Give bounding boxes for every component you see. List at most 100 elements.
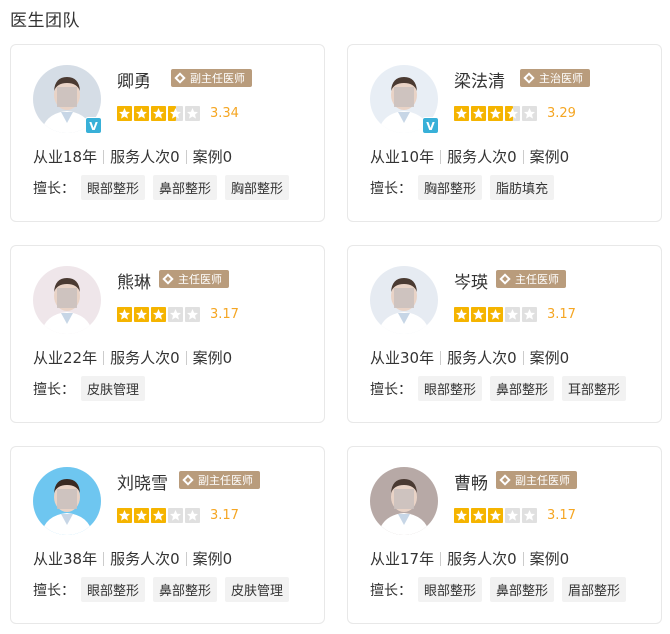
case-count: 案例0 — [192, 148, 233, 166]
star-icon — [151, 307, 166, 322]
doctor-stats: 从业10年 服务人次0 案例0 — [370, 146, 569, 167]
doctor-stats: 从业17年 服务人次0 案例0 — [370, 548, 569, 569]
skill-tag[interactable]: 胸部整形 — [225, 175, 290, 200]
years-practice: 从业38年 — [33, 550, 98, 568]
rating-stars: 3.34 — [117, 106, 239, 121]
doctor-stats: 从业22年 服务人次0 案例0 — [33, 347, 232, 368]
doctor-title-label: 副主任医师 — [190, 72, 245, 85]
doctor-avatar[interactable] — [33, 266, 101, 334]
service-count: 服务人次0 — [447, 349, 517, 367]
skill-tag[interactable]: 胸部整形 — [418, 175, 483, 200]
doctor-card[interactable]: 熊琳 主任医师 3.17 从业22年 服务人次0 案例0 擅长： 皮肤管理 — [10, 245, 325, 423]
star-icon — [454, 307, 469, 322]
star-icon — [168, 307, 183, 322]
doctor-name[interactable]: 岑瑛 — [454, 268, 488, 293]
doctor-card[interactable]: 岑瑛 主任医师 3.17 从业30年 服务人次0 案例0 擅长： 眼部整形 鼻部整形 耳部整形 — [347, 245, 662, 423]
skill-tag[interactable]: 鼻部整形 — [490, 577, 555, 602]
star-icon — [471, 307, 486, 322]
star-icon — [185, 106, 200, 121]
skill-tag[interactable]: 皮肤管理 — [225, 577, 290, 602]
skills-label: 擅长： — [33, 582, 75, 599]
case-count: 案例0 — [529, 148, 570, 166]
doctor-name[interactable]: 刘晓雪 — [117, 469, 168, 494]
star-icon — [117, 508, 132, 523]
title-diamond-icon — [499, 273, 511, 285]
title-diamond-icon — [162, 273, 174, 285]
case-count: 案例0 — [529, 550, 570, 568]
star-icon — [471, 508, 486, 523]
star-icon — [134, 307, 149, 322]
skills-label: 擅长： — [370, 180, 412, 197]
doctor-name[interactable]: 曹畅 — [454, 469, 488, 494]
divider — [440, 350, 442, 365]
doctor-title-badge: 副主任医师 — [496, 471, 577, 489]
doctor-card[interactable]: V 梁法清 主治医师 3.29 从业10年 服务人次0 案例0 擅长： 胸部整形 脂肪填充 — [347, 44, 662, 222]
skill-tag[interactable]: 眼部整形 — [418, 577, 483, 602]
skill-tag[interactable]: 耳部整形 — [562, 376, 627, 401]
doctor-avatar[interactable] — [370, 467, 438, 535]
skill-tag[interactable]: 鼻部整形 — [153, 175, 218, 200]
case-count: 案例0 — [529, 349, 570, 367]
service-count: 服务人次0 — [447, 148, 517, 166]
rating-stars: 3.29 — [454, 106, 576, 121]
rating-stars: 3.17 — [454, 307, 576, 322]
doctor-name[interactable]: 熊琳 — [117, 268, 151, 293]
divider — [522, 149, 524, 164]
divider — [185, 149, 187, 164]
doctor-skills: 擅长： 眼部整形 鼻部整形 眉部整形 — [370, 577, 634, 602]
star-icon — [134, 106, 149, 121]
service-count: 服务人次0 — [447, 550, 517, 568]
doctor-skills: 擅长： 皮肤管理 — [33, 376, 153, 401]
service-count: 服务人次0 — [110, 349, 180, 367]
doctor-card[interactable]: V 卿勇 副主任医师 3.34 从业18年 服务人次0 案例0 擅长： 眼部整形 鼻部整形 胸部整形 — [10, 44, 325, 222]
doctor-avatar[interactable] — [370, 266, 438, 334]
doctor-name[interactable]: 卿勇 — [117, 67, 151, 92]
doctor-name[interactable]: 梁法清 — [454, 67, 505, 92]
doctor-card[interactable]: 曹畅 副主任医师 3.17 从业17年 服务人次0 案例0 擅长： 眼部整形 鼻部整形 眉部整形 — [347, 446, 662, 624]
star-icon — [505, 508, 520, 523]
divider — [103, 551, 105, 566]
doctor-stats: 从业18年 服务人次0 案例0 — [33, 146, 232, 167]
star-icon — [454, 508, 469, 523]
skill-tag[interactable]: 眼部整形 — [418, 376, 483, 401]
rating-stars: 3.17 — [117, 307, 239, 322]
skills-label: 擅长： — [370, 381, 412, 398]
verified-badge-icon: V — [422, 117, 439, 134]
doctor-title-label: 副主任医师 — [198, 474, 253, 487]
doctor-title-badge: 副主任医师 — [179, 471, 260, 489]
star-icon — [522, 307, 537, 322]
star-icon — [471, 106, 486, 121]
verified-badge-icon: V — [85, 117, 102, 134]
doctor-card[interactable]: 刘晓雪 副主任医师 3.17 从业38年 服务人次0 案例0 擅长： 眼部整形 鼻部整形 皮肤管理 — [10, 446, 325, 624]
divider — [440, 551, 442, 566]
skills-label: 擅长： — [370, 582, 412, 599]
years-practice: 从业18年 — [33, 148, 98, 166]
star-icon — [488, 307, 503, 322]
rating-value: 3.17 — [210, 307, 239, 322]
skill-tag[interactable]: 眼部整形 — [81, 175, 146, 200]
skill-tag[interactable]: 眉部整形 — [562, 577, 627, 602]
years-practice: 从业30年 — [370, 349, 435, 367]
doctor-title-badge: 主任医师 — [159, 270, 229, 288]
star-icon — [454, 106, 469, 121]
star-icon — [168, 508, 183, 523]
case-count: 案例0 — [192, 550, 233, 568]
skill-tag[interactable]: 鼻部整形 — [490, 376, 555, 401]
skill-tag[interactable]: 皮肤管理 — [81, 376, 146, 401]
doctor-avatar[interactable] — [33, 467, 101, 535]
skill-tag[interactable]: 鼻部整形 — [153, 577, 218, 602]
years-practice: 从业22年 — [33, 349, 98, 367]
doctor-skills: 擅长： 眼部整形 鼻部整形 皮肤管理 — [33, 577, 297, 602]
divider — [103, 149, 105, 164]
rating-value: 3.17 — [547, 508, 576, 523]
skill-tag[interactable]: 眼部整形 — [81, 577, 146, 602]
skill-tag[interactable]: 脂肪填充 — [490, 175, 555, 200]
star-icon — [522, 508, 537, 523]
skills-label: 擅长： — [33, 381, 75, 398]
service-count: 服务人次0 — [110, 550, 180, 568]
years-practice: 从业10年 — [370, 148, 435, 166]
service-count: 服务人次0 — [110, 148, 180, 166]
doctor-title-label: 副主任医师 — [515, 474, 570, 487]
star-icon — [151, 508, 166, 523]
doctor-skills: 擅长： 眼部整形 鼻部整形 耳部整形 — [370, 376, 634, 401]
